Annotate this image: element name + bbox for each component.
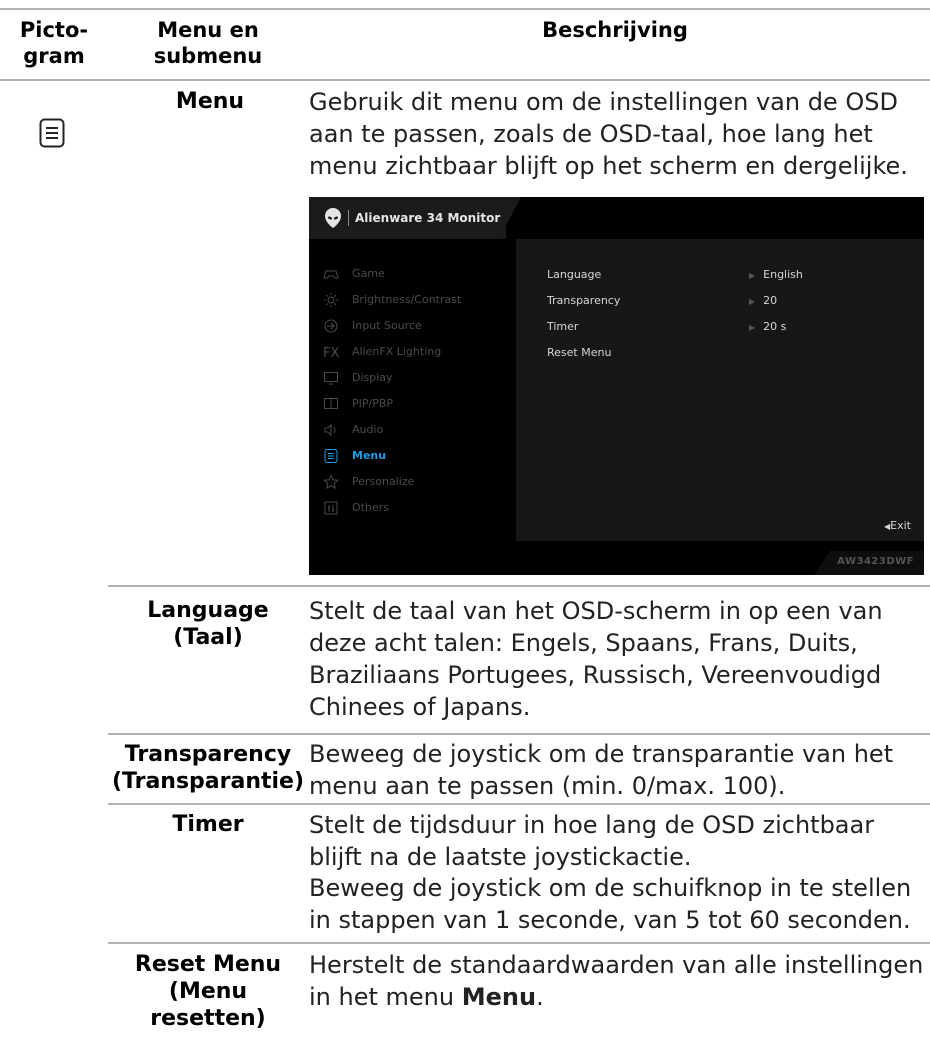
reset-menu-description: Herstelt de standaardwaarden van alle in… (309, 949, 924, 1013)
display-icon (324, 372, 338, 385)
osd-nav-label: Personalize (352, 475, 415, 488)
osd-nav-label: Others (352, 501, 389, 514)
row-rule (108, 733, 930, 735)
osd-nav-label: Brightness/Contrast (352, 293, 462, 306)
row-rule (108, 803, 930, 805)
menu-icon (39, 118, 65, 148)
reset-menu-desc-suffix: . (536, 983, 544, 1011)
table-top-rule (0, 8, 930, 10)
header-icon-column: Picto- gram (12, 17, 96, 69)
timer-description: Stelt de tijdsduur in hoe lang de OSD zi… (309, 811, 875, 871)
header-menu-label: Menu en submenu (153, 18, 263, 68)
svg-text:FX: FX (323, 346, 339, 360)
input-source-icon (324, 319, 338, 333)
osd-nav-label: AlienFX Lighting (352, 345, 442, 358)
menu-label: Menu (175, 89, 245, 114)
timer-description-2: Beweeg de joystick om de schuifknop in t… (309, 874, 912, 934)
speaker-icon (324, 423, 336, 437)
osd-option-reset-menu[interactable]: Reset Menu (547, 345, 611, 361)
language-label: Language (Taal) (147, 598, 269, 650)
header-menu-column: Menu en submenu (108, 17, 308, 69)
osd-nav-label: PIP/PBP (352, 397, 394, 410)
osd-options-panel (516, 239, 924, 541)
transparency-label: Transparency (Transparantie) (111, 742, 305, 794)
row-rule (108, 942, 930, 944)
header-description-column: Beschrijving (300, 17, 930, 43)
header-icon-label: Picto- gram (19, 18, 89, 68)
reset-menu-desc-prefix: Herstelt de standaardwaarden van alle in… (309, 951, 924, 1011)
triangle-right-icon: ▶ (749, 297, 756, 306)
osd-option-transparency[interactable]: Transparency (547, 293, 620, 309)
brightness-icon (324, 293, 338, 307)
osd-nav-label: Game (352, 267, 385, 280)
osd-nav-label: Audio (352, 423, 384, 436)
menu-icon (324, 449, 338, 463)
osd-model-tab-corner (814, 551, 830, 575)
osd-model-name: AW3423DWF (837, 556, 914, 567)
osd-option-timer[interactable]: Timer (547, 319, 578, 335)
reset-menu-desc-bold: Menu (461, 983, 537, 1011)
osd-nav-label: Display (352, 371, 393, 384)
osd-value-text: 20 s (763, 320, 787, 333)
osd-exit-button[interactable]: ◀Exit (884, 519, 911, 534)
reset-menu-label: Reset Menu (Menu resetten) (134, 952, 282, 1031)
osd-nav-label: Input Source (352, 319, 422, 332)
osd-option-language[interactable]: Language (547, 267, 601, 283)
osd-title: Alienware 34 Monitor (355, 211, 501, 225)
osd-value-text: 20 (763, 294, 778, 307)
header-desc-label: Beschrijving (542, 18, 688, 42)
osd-exit-label: Exit (890, 519, 911, 532)
alien-head-icon (325, 208, 341, 228)
language-description: Stelt de taal van het OSD-scherm in op e… (309, 597, 883, 721)
osd-nav-label: Menu (352, 449, 387, 462)
osd-value-language[interactable]: ▶ English (749, 267, 803, 284)
osd-value-timer[interactable]: ▶ 20 s (749, 319, 786, 336)
pip-icon (324, 398, 338, 409)
triangle-right-icon: ▶ (749, 323, 756, 332)
osd-value-text: English (763, 268, 803, 281)
others-icon (324, 501, 338, 515)
osd-screenshot: Alienware 34 Monitor AW3423DWF Game Brig… (309, 197, 924, 575)
transparency-description: Beweeg de joystick om de transparantie v… (309, 740, 894, 800)
row-rule (108, 585, 930, 587)
gamepad-icon (323, 270, 339, 279)
star-icon (323, 474, 339, 489)
osd-title-bar-corner (499, 197, 521, 239)
fx-icon: FX (323, 346, 339, 360)
header-bottom-rule (0, 79, 930, 81)
osd-value-transparency[interactable]: ▶ 20 (749, 293, 777, 310)
triangle-right-icon: ▶ (749, 271, 756, 280)
timer-label: Timer (172, 812, 244, 837)
osd-title-separator (348, 210, 349, 226)
menu-description: Gebruik dit menu om de instellingen van … (309, 88, 908, 180)
